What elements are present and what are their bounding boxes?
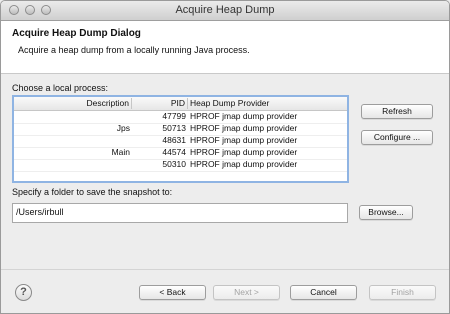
help-icon[interactable]: ? — [15, 284, 32, 301]
title-bar: Acquire Heap Dump — [1, 1, 449, 21]
refresh-button[interactable]: Refresh — [361, 104, 433, 119]
cell-description: Jps — [116, 123, 130, 133]
dialog-title: Acquire Heap Dump Dialog — [12, 28, 141, 39]
cell-pid: 48631 — [162, 135, 186, 145]
column-header-provider[interactable]: Heap Dump Provider — [190, 98, 269, 109]
choose-process-label: Choose a local process: — [12, 83, 109, 93]
cell-pid: 50310 — [162, 159, 186, 169]
column-header-description[interactable]: Description — [14, 98, 132, 109]
cell-pid: 44574 — [162, 147, 186, 157]
cell-provider: HPROF jmap dump provider — [190, 159, 298, 169]
column-header-pid[interactable]: PID — [132, 98, 188, 109]
cell-pid: 50713 — [162, 123, 186, 133]
cancel-button[interactable]: Cancel — [290, 285, 357, 300]
browse-button[interactable]: Browse... — [359, 205, 413, 220]
cell-provider: HPROF jmap dump provider — [190, 123, 298, 133]
dialog-description: Acquire a heap dump from a locally runni… — [18, 45, 250, 55]
cell-provider: HPROF jmap dump provider — [190, 135, 298, 145]
table-row[interactable]: 50310 HPROF jmap dump provider — [14, 159, 347, 172]
finish-button[interactable]: Finish — [369, 285, 436, 300]
next-button[interactable]: Next > — [213, 285, 280, 300]
acquire-heap-dump-window: Acquire Heap Dump Acquire Heap Dump Dial… — [0, 0, 450, 314]
folder-label: Specify a folder to save the snapshot to… — [12, 187, 173, 197]
table-header: Description PID Heap Dump Provider — [14, 97, 347, 111]
cell-provider: HPROF jmap dump provider — [190, 111, 298, 121]
cell-pid: 47799 — [162, 111, 186, 121]
back-button[interactable]: < Back — [139, 285, 206, 300]
window-title: Acquire Heap Dump — [175, 4, 275, 16]
folder-path-input[interactable]: /Users/irbull — [12, 203, 348, 223]
footer-divider — [1, 269, 449, 270]
dialog-header: Acquire Heap Dump Dialog Acquire a heap … — [1, 21, 449, 74]
process-table[interactable]: Description PID Heap Dump Provider 47799… — [12, 95, 349, 183]
configure-button[interactable]: Configure ... — [361, 130, 433, 145]
cell-description: Main — [111, 147, 130, 157]
cell-provider: HPROF jmap dump provider — [190, 147, 298, 157]
